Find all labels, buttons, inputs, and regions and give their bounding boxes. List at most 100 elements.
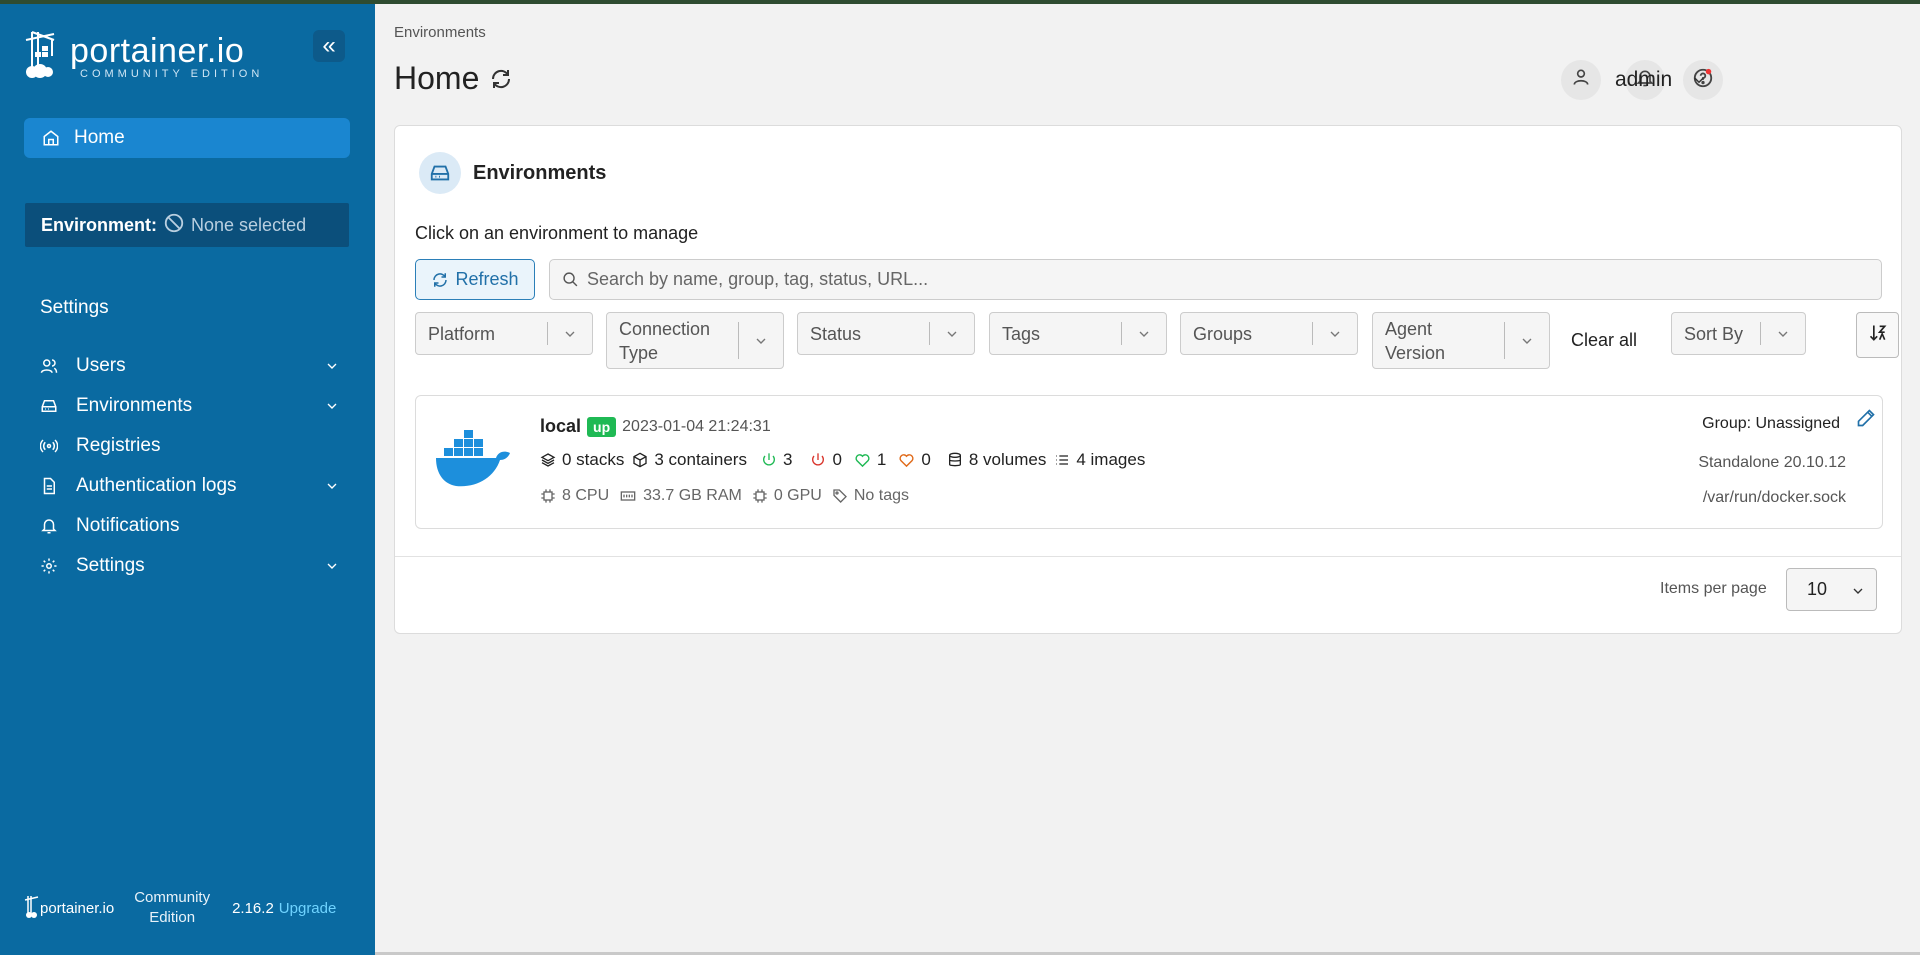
auth-logs-icon (40, 477, 62, 495)
filter-label: Agent Version (1385, 318, 1446, 363)
tags-value: No tags (853, 487, 909, 504)
environment-label: Environment: (41, 214, 158, 235)
images-count: 4 images (1076, 450, 1146, 469)
heart-unhealthy-icon (898, 452, 915, 469)
sort-order-button[interactable] (1856, 312, 1899, 358)
status-filter[interactable]: Status (797, 312, 975, 355)
chevron-down-icon (944, 326, 960, 342)
footer-version: 2.16.2 (232, 899, 274, 917)
refresh-button[interactable]: Refresh (415, 259, 535, 300)
chevron-down-icon (753, 333, 769, 349)
sort-ascending-icon (1868, 323, 1888, 348)
sidebar-item-notifications[interactable]: Notifications (40, 506, 340, 546)
footer-edition-line2: Edition (149, 909, 196, 926)
chevron-down-icon[interactable] (324, 478, 340, 494)
gpu-icon (752, 488, 768, 504)
collapse-sidebar-button[interactable]: « (313, 30, 345, 62)
items-per-page-select[interactable]: 10 (1786, 568, 1877, 611)
environment-stats-row: 0 stacks 3 containers 3 0 1 0 8 volumes … (540, 450, 1153, 470)
card-divider (395, 556, 1901, 557)
sidebar: portainer.io COMMUNITY EDITION « Home En… (0, 4, 375, 955)
environment-value: None selected (191, 214, 307, 235)
stacks-icon (540, 452, 556, 468)
sidebar-item-users[interactable]: Users (40, 346, 340, 386)
chevron-down-icon (1775, 326, 1791, 342)
cpu-count: 8 CPU (562, 487, 610, 504)
tags-filter[interactable]: Tags (989, 312, 1167, 355)
portainer-crane-icon (24, 28, 64, 85)
page-title: Home (394, 60, 513, 97)
tag-icon (832, 488, 848, 504)
cpu-icon (540, 488, 556, 504)
environment-item-local[interactable]: local up 2023-01-04 21:24:31 0 stacks 3 … (415, 395, 1883, 529)
groups-filter[interactable]: Groups (1180, 312, 1358, 355)
filter-label: Connection Type (619, 318, 711, 363)
sidebar-item-label: Notifications (76, 515, 180, 536)
agent-version-filter[interactable]: Agent Version (1372, 312, 1550, 369)
power-stopped-icon (810, 452, 826, 468)
ban-icon (163, 212, 185, 239)
list-icon (1054, 452, 1070, 468)
containers-count: 3 containers (654, 450, 747, 469)
environment-title-row: local up 2023-01-04 21:24:31 (540, 416, 771, 437)
sidebar-item-environments[interactable]: Environments (40, 386, 340, 426)
status-badge: up (587, 416, 617, 437)
chevron-down-icon (1136, 326, 1152, 342)
sort-by-select[interactable]: Sort By (1671, 312, 1806, 355)
search-box (549, 259, 1882, 300)
ram-amount: 33.7 GB RAM (643, 487, 742, 504)
portainer-logo[interactable]: portainer.io COMMUNITY EDITION (24, 28, 263, 85)
running-count: 3 (782, 450, 793, 469)
connection-type-filter[interactable]: Connection Type (606, 312, 784, 369)
chevron-down-icon (1327, 326, 1343, 342)
users-icon (40, 357, 62, 375)
refresh-icon[interactable] (489, 67, 513, 91)
sidebar-item-label: Home (74, 127, 125, 148)
sidebar-item-registries[interactable]: Registries (40, 426, 340, 466)
card-title: Environments (473, 161, 607, 184)
footer-brand-label: portainer.io (40, 899, 115, 917)
gpu-count: 0 GPU (773, 487, 822, 504)
environment-type: Standalone 20.10.12 (1698, 454, 1846, 471)
footer-edition-line1: Community (134, 889, 211, 906)
chevron-down-icon[interactable] (324, 358, 340, 374)
chevron-down-icon[interactable] (324, 558, 340, 574)
database-icon (947, 452, 963, 468)
search-icon (562, 271, 579, 288)
settings-nav: Users Environments Registries Authentica… (40, 346, 340, 586)
container-icon (632, 452, 648, 468)
filter-label: Platform (428, 323, 496, 344)
edit-icon[interactable] (1856, 408, 1876, 428)
username: admin (1615, 68, 1673, 91)
sidebar-item-home[interactable]: Home (24, 118, 350, 158)
search-input[interactable] (587, 269, 1877, 290)
platform-filter[interactable]: Platform (415, 312, 593, 355)
card-hint: Click on an environment to manage (415, 223, 699, 243)
sidebar-item-authentication-logs[interactable]: Authentication logs (40, 466, 340, 506)
stacks-count: 0 stacks (562, 450, 625, 469)
healthy-count: 1 (876, 450, 887, 469)
docker-icon (434, 430, 512, 495)
chevron-down-icon (562, 326, 578, 342)
breadcrumb[interactable]: Environments (394, 24, 486, 41)
upgrade-link[interactable]: Upgrade (279, 900, 337, 917)
environments-icon (419, 152, 461, 194)
user-menu[interactable]: admin (1561, 60, 1708, 100)
home-icon (42, 129, 60, 147)
settings-section-title: Settings (40, 297, 109, 318)
environments-icon (40, 397, 62, 415)
sidebar-item-label: Environments (76, 395, 193, 416)
environment-name: local (540, 416, 582, 436)
main-content: Environments Home admin Environments Cli… (375, 4, 1920, 955)
memory-icon (619, 488, 637, 504)
clear-all-button[interactable]: Clear all (1571, 330, 1637, 351)
logo-wordmark: portainer.io (70, 31, 245, 70)
portainer-crane-icon (24, 894, 40, 922)
environment-group: Group: Unassigned (1702, 415, 1840, 432)
sidebar-item-label: Registries (76, 435, 161, 456)
footer-edition: Community Edition (134, 888, 210, 928)
sidebar-item-settings[interactable]: Settings (40, 546, 340, 586)
filter-label: Groups (1193, 323, 1253, 344)
chevron-down-icon[interactable] (324, 398, 340, 414)
unhealthy-count: 0 (921, 450, 931, 469)
